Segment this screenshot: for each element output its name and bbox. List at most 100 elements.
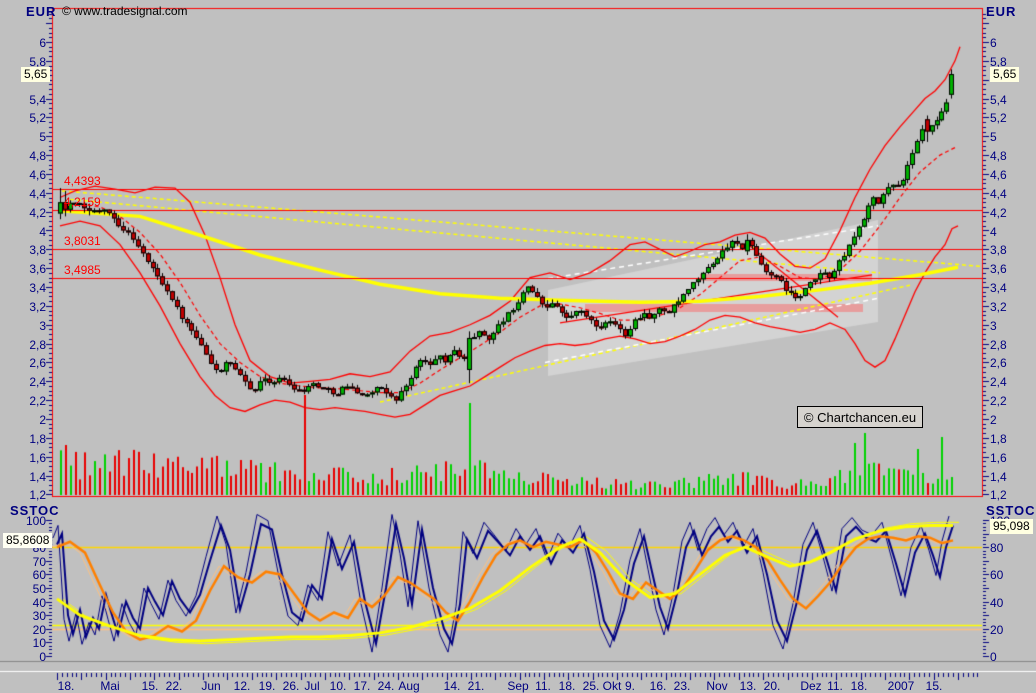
axis-tick-label: Dez [800,679,821,693]
axis-tick-label: 3 [990,319,997,333]
axis-tick-label: 4,2 [8,206,46,220]
last-price-badge-left: 5,65 [21,67,50,82]
axis-tick-label: 1,8 [8,432,46,446]
sstoc-axis-title-right: SSTOC [986,504,1036,517]
axis-tick-label: 5,2 [8,111,46,125]
axis-tick-label: 4,2 [990,206,1007,220]
axis-tick-label: 10 [8,636,46,650]
axis-tick-label: Jul [304,679,319,693]
axis-tick-label: Mai [100,679,119,693]
price-level-label: 3,8031 [64,234,101,248]
axis-tick-label: 17. [354,679,371,693]
sstoc-axis-title-left: SSTOC [10,504,60,517]
axis-tick-label: 2,8 [990,338,1007,352]
axis-tick-label: 1,8 [990,432,1007,446]
axis-tick-label: 3,4 [8,281,46,295]
axis-tick-label: 4,4 [990,187,1007,201]
axis-tick-label: 6 [990,36,997,50]
axis-tick-label: 18. [559,679,576,693]
axis-tick-label: 3,8 [990,243,1007,257]
axis-tick-label: Sep [507,679,528,693]
axis-tick-label: 25. [583,679,600,693]
axis-tick-label: 4,8 [990,149,1007,163]
axis-tick-label: 3,2 [8,300,46,314]
axis-tick-label: 5,4 [990,93,1007,107]
tradesignal-copyright: © www.tradesignal.com [62,5,188,17]
price-level-label: 3,4985 [64,263,101,277]
axis-tick-label: 2,4 [990,375,1007,389]
axis-tick-label: 15. [142,679,159,693]
axis-tick-label: 4,6 [8,168,46,182]
axis-tick-label: Aug [398,679,419,693]
axis-tick-label: 5 [8,130,46,144]
axis-tick-label: 6 [8,36,46,50]
axis-tick-label: 26. [283,679,300,693]
axis-tick-label: 80 [990,541,1003,555]
axis-tick-label: 2 [8,413,46,427]
price-axis-title-right: EUR [986,5,1016,18]
price-chart-canvas[interactable] [0,0,1036,693]
axis-tick-label: 18. [58,679,75,693]
axis-tick-label: Nov [706,679,727,693]
axis-tick-label: 2007 [888,679,915,693]
axis-tick-label: 2,6 [8,356,46,370]
axis-tick-label: 16. [650,679,667,693]
axis-tick-label: 3,6 [990,262,1007,276]
price-level-label: 4,4393 [64,174,101,188]
price-level-label: 4,2159 [64,195,101,209]
axis-tick-label: 23. [674,679,691,693]
axis-tick-label: 2,2 [8,394,46,408]
axis-tick-label: 24. [378,679,395,693]
sstoc-last-badge-left: 85,8608 [3,533,52,548]
axis-tick-label: 4,4 [8,187,46,201]
axis-tick-label: 2,2 [990,394,1007,408]
axis-tick-label: 50 [8,582,46,596]
axis-tick-label: 20 [990,623,1003,637]
axis-tick-label: 30 [8,609,46,623]
chartchancen-watermark-text: © Chartchancen.eu [804,410,916,425]
axis-tick-label: 70 [8,555,46,569]
axis-tick-label: 1,2 [8,488,46,502]
axis-tick-label: 3,4 [990,281,1007,295]
axis-tick-label: 0 [8,650,46,664]
axis-tick-label: 1,4 [990,470,1007,484]
axis-tick-label: 18. [851,679,868,693]
axis-tick-label: 40 [8,596,46,610]
axis-tick-label: 0 [990,650,997,664]
axis-tick-label: 60 [8,568,46,582]
axis-tick-label: 4,6 [990,168,1007,182]
axis-tick-label: 13. [740,679,757,693]
axis-tick-label: 4 [990,225,997,239]
axis-tick-label: Jun [201,679,220,693]
tradesignal-chart-window: { "header": { "copyright": "© www.trades… [0,0,1036,693]
axis-tick-label: 14. [444,679,461,693]
last-price-badge-right: 5,65 [990,67,1019,82]
axis-tick-label: 3,8 [8,243,46,257]
axis-tick-label: Okt [603,679,622,693]
axis-tick-label: 5,2 [990,111,1007,125]
axis-tick-label: 1,2 [990,488,1007,502]
axis-tick-label: 1,6 [8,451,46,465]
axis-tick-label: 1,6 [990,451,1007,465]
axis-tick-label: 2,6 [990,356,1007,370]
axis-tick-label: 2,8 [8,338,46,352]
axis-tick-label: 10. [330,679,347,693]
axis-tick-label: 22. [166,679,183,693]
chartchancen-watermark-box: © Chartchancen.eu [797,406,923,428]
axis-tick-label: 12. [234,679,251,693]
axis-tick-label: 4 [8,225,46,239]
axis-tick-label: 40 [990,596,1003,610]
axis-tick-label: 5,4 [8,93,46,107]
axis-tick-label: 3 [8,319,46,333]
axis-tick-label: 1,4 [8,470,46,484]
axis-tick-label: 5 [990,130,997,144]
axis-tick-label: 60 [990,568,1003,582]
axis-tick-label: 2 [990,413,997,427]
axis-tick-label: 19. [259,679,276,693]
axis-tick-label: 4,8 [8,149,46,163]
axis-tick-label: 3,2 [990,300,1007,314]
axis-tick-label: 20 [8,623,46,637]
axis-tick-label: 3,6 [8,262,46,276]
axis-tick-label: 11. [827,679,843,693]
sstoc-last-badge-right: 95,098 [990,519,1033,534]
